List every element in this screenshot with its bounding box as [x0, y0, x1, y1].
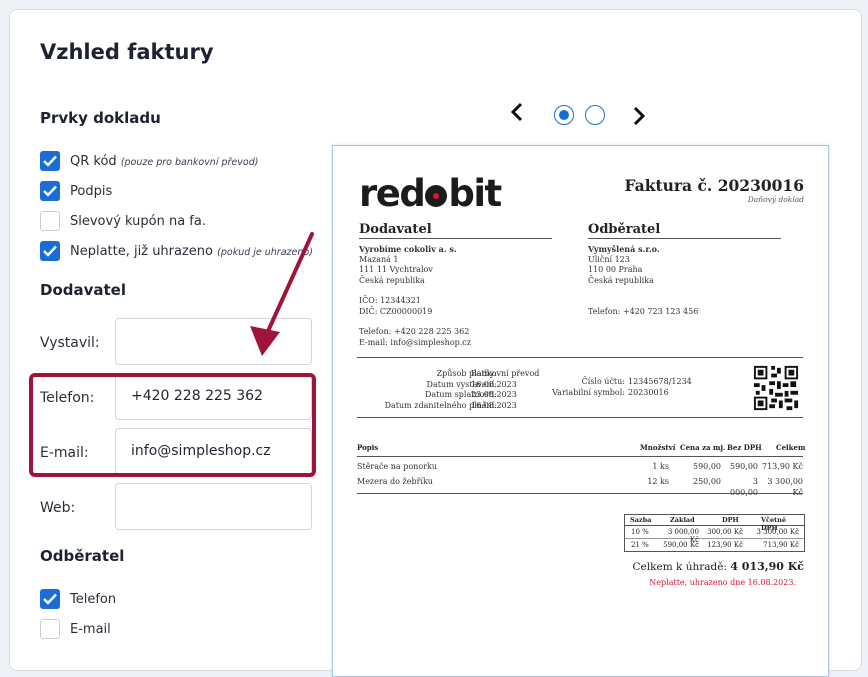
- table-row: Mezera do žebříku: [357, 477, 433, 486]
- invoice-preview: red bit Faktura č. 20230016 Daňový doklad…: [332, 145, 829, 677]
- section-supplier: Dodavatel: [40, 281, 127, 299]
- page-title: Vzhled faktury: [40, 40, 214, 64]
- table-row: Stěrače na ponorku: [357, 462, 437, 471]
- checkbox-signature[interactable]: [40, 181, 60, 201]
- invoice-appearance-card: Vzhled faktury Prvky dokladu QR kód (pou…: [9, 9, 862, 677]
- items-header-total: Celkem: [776, 443, 806, 452]
- bank-values: 12345678/1234 20230016: [628, 377, 692, 397]
- carousel-next-button[interactable]: [632, 106, 646, 132]
- items-header-desc: Popis: [357, 443, 379, 452]
- section-customer: Odběratel: [40, 547, 125, 565]
- total-value: 4 013,90 Kč: [730, 560, 804, 573]
- carousel-dot-2[interactable]: [585, 105, 605, 125]
- highlight-box: [29, 373, 316, 477]
- annotation-arrow-icon: [250, 232, 314, 356]
- invoice-customer-heading: Odběratel: [588, 222, 661, 237]
- items-header-novat: Bez DPH: [727, 443, 762, 452]
- paid-label: Neplatte, již uhrazeno: [70, 244, 213, 259]
- web-label: Web:: [40, 500, 76, 516]
- signature-label: Podpis: [70, 184, 113, 199]
- carousel-dot-1[interactable]: [554, 105, 574, 125]
- invoice-customer-block: Vymyšlená s.r.o. Uliční 123 110 00 Praha…: [588, 244, 699, 316]
- chevron-left-icon: [510, 102, 523, 122]
- invoice-number: Faktura č. 20230016: [624, 176, 804, 195]
- payment-values: Bankovní převod 16.08.2023 23.08.2023 16…: [471, 369, 540, 410]
- checkbox-paid[interactable]: [40, 241, 60, 261]
- customer-phone-label: Telefon: [70, 592, 117, 607]
- customer-email-label: E-mail: [70, 622, 111, 637]
- issued-by-label: Vystavil:: [40, 335, 100, 351]
- web-input[interactable]: [115, 483, 312, 530]
- checkbox-customer-email[interactable]: [40, 619, 60, 639]
- tax-summary-table: Sazba Základ DPH Včetně DPH 10 % 3 000,0…: [624, 514, 805, 552]
- invoice-supplier-block: Vyrobíme cokoliv a. s. Mazaná 1 111 11 V…: [359, 244, 471, 347]
- items-header-unit: Cena za mj.: [680, 443, 726, 452]
- total-label: Celkem k úhradě:: [632, 561, 727, 573]
- checkbox-qr[interactable]: [40, 151, 60, 171]
- qr-code-icon: [752, 364, 800, 412]
- qr-label: QR kód: [70, 154, 117, 169]
- paid-note-text: Neplatte, uhrazeno dne 16.08.2023.: [649, 578, 796, 587]
- invoice-supplier-heading: Dodavatel: [359, 222, 432, 237]
- checkbox-customer-phone[interactable]: [40, 589, 60, 609]
- logo-dot-icon: [425, 185, 448, 207]
- invoice-subtitle: Daňový doklad: [747, 195, 804, 204]
- section-doc-elements: Prvky dokladu: [40, 109, 161, 127]
- logo: red bit: [359, 172, 502, 215]
- qr-note: (pouze pro bankovní převod): [120, 157, 259, 168]
- checkbox-coupon[interactable]: [40, 211, 60, 231]
- invoice-total: Celkem k úhradě: 4 013,90 Kč: [633, 560, 804, 573]
- chevron-right-icon: [633, 106, 646, 126]
- bank-labels: Číslo účtu: Variabilní symbol:: [552, 377, 625, 397]
- carousel-prev-button[interactable]: [510, 102, 524, 128]
- table-row: 10 % 3 000,00 Kč 300,00 Kč 3 300,00 Kč: [625, 526, 804, 544]
- coupon-label: Slevový kupón na fa.: [70, 214, 206, 229]
- table-row: 21 % 590,00 Kč 123,90 Kč 713,90 Kč: [631, 541, 799, 549]
- items-header-qty: Množství: [640, 443, 676, 452]
